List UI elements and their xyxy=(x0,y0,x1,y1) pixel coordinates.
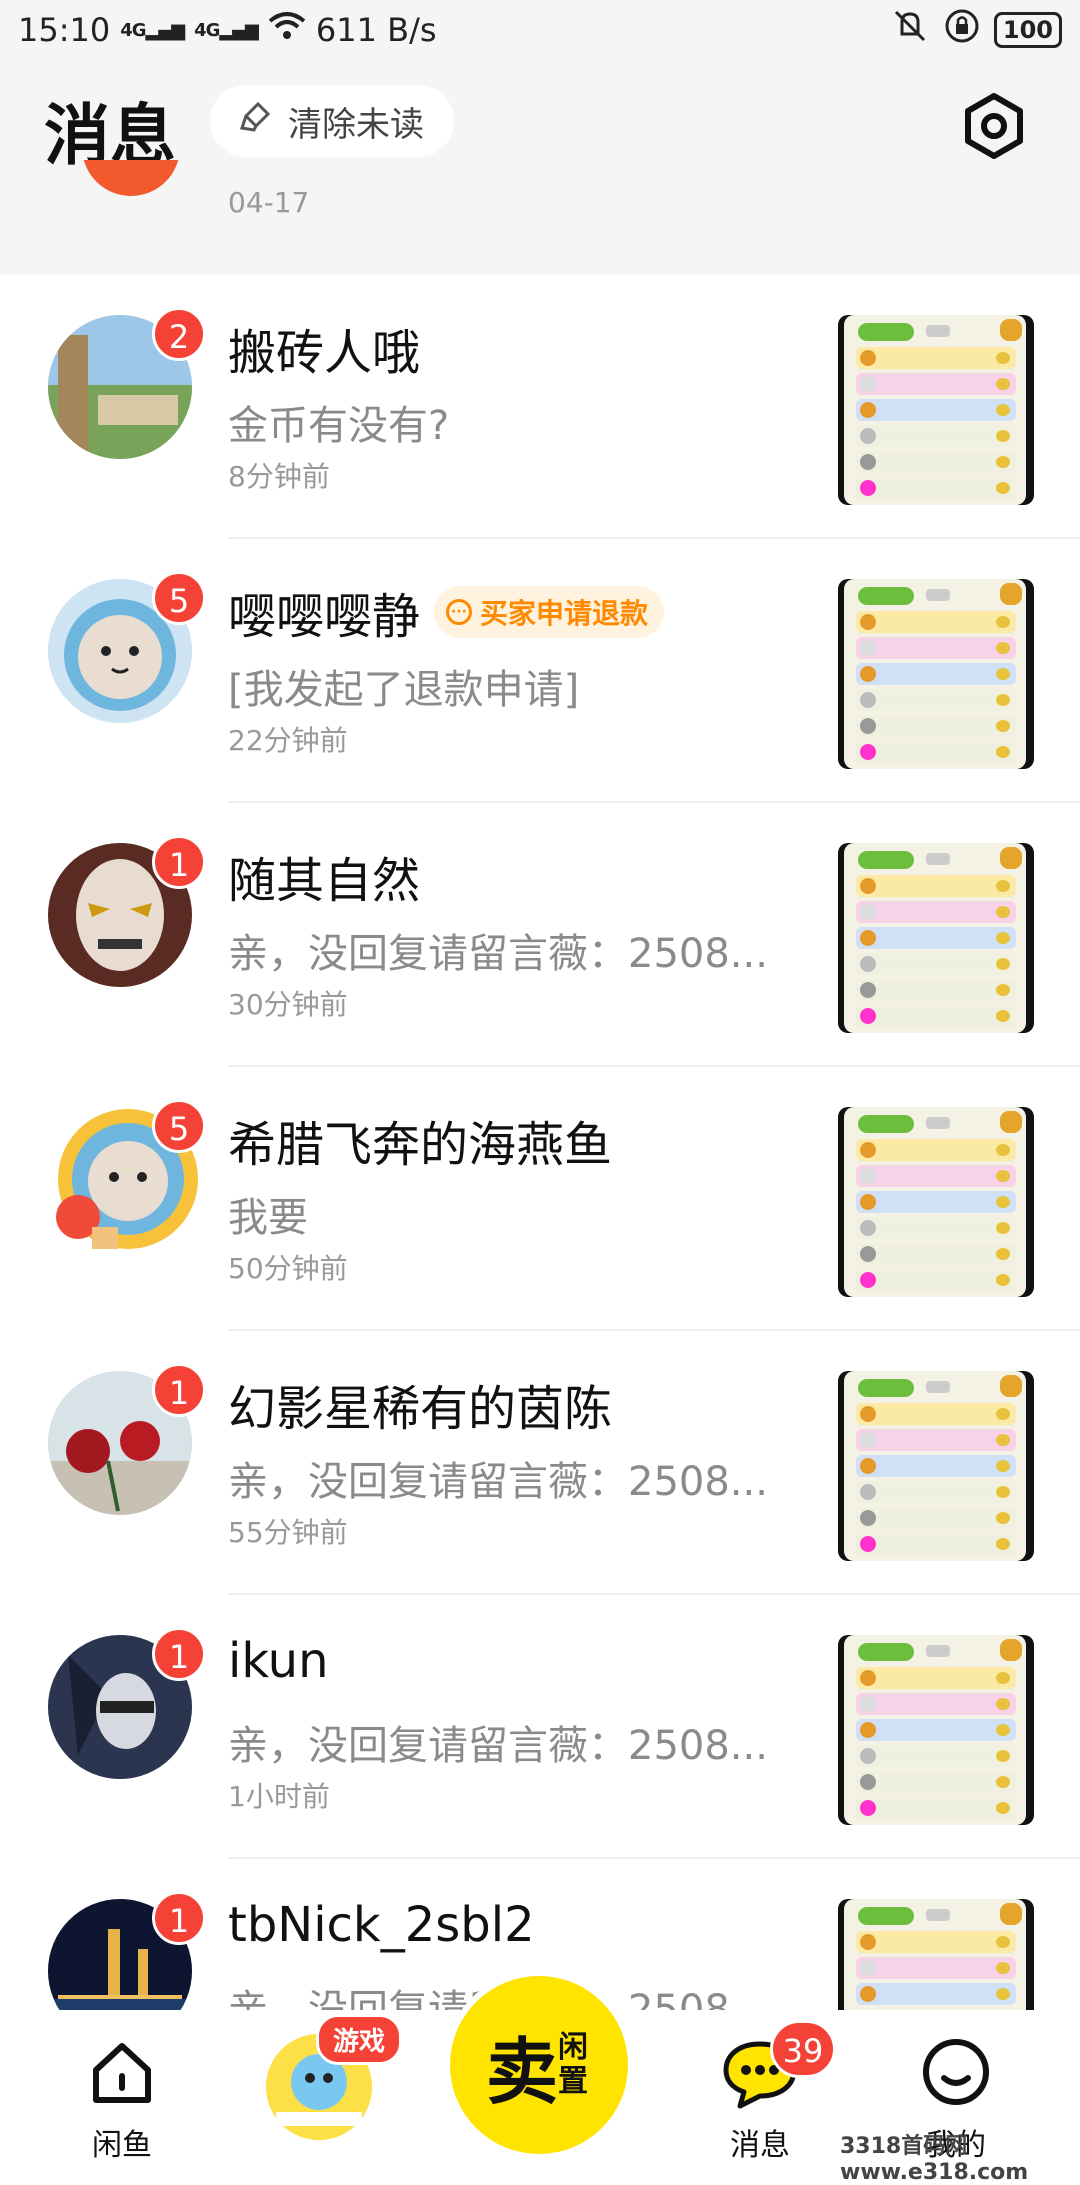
message-preview: [我发起了退款申请] xyxy=(228,667,580,713)
signal-icon-b: 4G▂▄▆ xyxy=(194,19,259,41)
unread-badge: 1 xyxy=(152,1627,206,1681)
refund-request-tag: ··· 买家申请退款 xyxy=(434,586,665,638)
item-thumbnail[interactable] xyxy=(838,1635,1034,1825)
lock-rotation-icon xyxy=(944,8,980,52)
conversation-list: 2 搬砖人哦 金币有没有? 8分钟前 5 嘤嘤嘤静 ··· 买家申请退款 [我发… xyxy=(0,275,1080,2123)
tab-messages-label: 消息 xyxy=(730,2128,790,2163)
name-line: 幻影星稀有的茵陈 xyxy=(228,1369,612,1439)
name-line: ikun xyxy=(228,1633,329,1689)
messages-header: 消息 清除未读 04-17 xyxy=(0,60,1080,275)
contact-name: tbNick_2sbl2 xyxy=(228,1897,535,1953)
status-left: 15:10 4G▂▄▆ 4G▂▄▆ 611 B/s xyxy=(18,11,437,49)
mute-vibrate-icon xyxy=(890,8,930,52)
unread-badge: 1 xyxy=(152,1891,206,1945)
message-preview: 金币有没有? xyxy=(228,403,450,449)
message-time: 30分钟前 xyxy=(228,988,348,1021)
message-time: 8分钟前 xyxy=(228,460,330,493)
home-icon xyxy=(93,2043,151,2103)
game-badge: 游戏 xyxy=(316,2014,403,2065)
message-time: 55分钟前 xyxy=(228,1516,348,1549)
message-preview: 亲，没回复请留言薇：2508... xyxy=(228,1459,768,1505)
unread-badge: 1 xyxy=(152,1363,206,1417)
battery-indicator: 100 xyxy=(993,12,1062,48)
name-line: 希腊飞奔的海燕鱼 xyxy=(228,1105,612,1175)
signal-icon-a: 4G▂▄▆ xyxy=(120,19,185,41)
clear-unread-label: 清除未读 xyxy=(288,104,424,145)
conversation-row[interactable]: 1 ikun 亲，没回复请留言薇：2508... 1小时前 xyxy=(0,1595,1080,1859)
settings-button[interactable] xyxy=(958,90,1030,162)
name-line: tbNick_2sbl2 xyxy=(228,1897,535,1953)
clear-unread-button[interactable]: 清除未读 xyxy=(210,85,454,157)
name-line: 随其自然 xyxy=(228,841,420,911)
contact-name: 幻影星稀有的茵陈 xyxy=(228,1381,613,1437)
conversation-row[interactable]: 2 搬砖人哦 金币有没有? 8分钟前 xyxy=(0,275,1080,539)
conversation-row[interactable]: 5 希腊飞奔的海燕鱼 我要 50分钟前 xyxy=(0,1067,1080,1331)
network-speed: 611 B/s xyxy=(315,11,437,49)
contact-name: ikun xyxy=(228,1633,329,1689)
unread-badge: 5 xyxy=(152,1099,206,1153)
item-thumbnail[interactable] xyxy=(838,315,1034,505)
watermark: 3318首码网 www.e318.com xyxy=(840,2134,1029,2185)
conversation-row[interactable]: 1 随其自然 亲，没回复请留言薇：2508... 30分钟前 xyxy=(0,803,1080,1067)
wifi-icon xyxy=(268,11,306,49)
contact-name: 希腊飞奔的海燕鱼 xyxy=(228,1117,613,1173)
tab-home[interactable]: 闲鱼 xyxy=(70,2010,174,2163)
chat-dots-icon: ··· xyxy=(446,599,473,625)
status-right: 100 xyxy=(890,8,1062,52)
message-time: 22分钟前 xyxy=(228,724,348,757)
previous-item-avatar[interactable] xyxy=(82,160,180,196)
unread-badge: 1 xyxy=(152,835,206,889)
sell-sub-label: 闲置 xyxy=(558,2030,588,2099)
smile-face-icon xyxy=(923,2039,989,2105)
contact-name: 随其自然 xyxy=(228,853,421,909)
message-preview: 我要 xyxy=(228,1195,308,1241)
message-time: 1小时前 xyxy=(228,1780,330,1813)
message-preview: 亲，没回复请留言薇：2508... xyxy=(228,1723,768,1769)
contact-name: 嘤嘤嘤静 xyxy=(228,589,421,645)
unread-badge: 2 xyxy=(152,307,206,361)
conversation-row[interactable]: 5 嘤嘤嘤静 ··· 买家申请退款 [我发起了退款申请] 22分钟前 xyxy=(0,539,1080,803)
item-thumbnail[interactable] xyxy=(838,1107,1034,1297)
settings-hexagon-icon xyxy=(965,93,1023,159)
message-time: 50分钟前 xyxy=(228,1252,348,1285)
sell-label: 卖 xyxy=(485,2029,558,2114)
name-line: 嘤嘤嘤静 ··· 买家申请退款 xyxy=(228,577,665,647)
item-thumbnail[interactable] xyxy=(838,1371,1034,1561)
sell-button[interactable]: 卖 闲置 xyxy=(450,1976,628,2154)
message-preview: 亲，没回复请留言薇：2508... xyxy=(228,931,768,977)
previous-item-time: 04-17 xyxy=(228,186,310,219)
broom-icon xyxy=(238,98,276,145)
tab-home-label: 闲鱼 xyxy=(92,2128,152,2163)
conversation-row[interactable]: 1 幻影星稀有的茵陈 亲，没回复请留言薇：2508... 55分钟前 xyxy=(0,1331,1080,1595)
messages-badge: 39 xyxy=(770,2020,836,2078)
item-thumbnail[interactable] xyxy=(838,843,1034,1033)
name-line: 搬砖人哦 xyxy=(228,313,420,383)
contact-name: 搬砖人哦 xyxy=(228,325,421,381)
tag-label: 买家申请退款 xyxy=(480,597,649,630)
item-thumbnail[interactable] xyxy=(838,579,1034,769)
unread-badge: 5 xyxy=(152,571,206,625)
clock: 15:10 xyxy=(18,11,111,49)
status-bar: 15:10 4G▂▄▆ 4G▂▄▆ 611 B/s 100 xyxy=(0,0,1080,60)
